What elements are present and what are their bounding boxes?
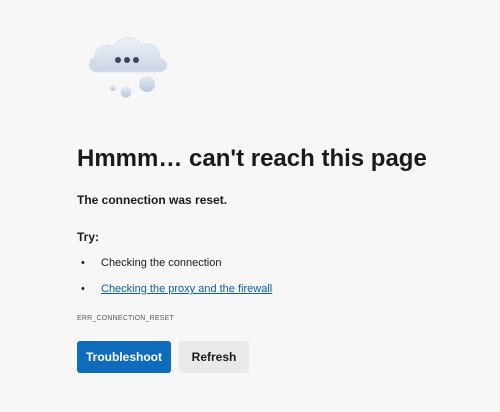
suggestion-list: • Checking the connection • Checking the…: [77, 254, 272, 306]
suggestion-check-proxy-firewall: • Checking the proxy and the firewall: [77, 280, 272, 306]
bullet: •: [81, 257, 85, 269]
error-code: ERR_CONNECTION_RESET: [77, 315, 174, 322]
error-reason: The connection was reset.: [77, 193, 228, 207]
refresh-button[interactable]: Refresh: [179, 341, 249, 373]
page-title: Hmmm… can't reach this page: [77, 145, 427, 172]
error-page: Hmmm… can't reach this page The connecti…: [0, 0, 500, 412]
suggestion-check-connection: • Checking the connection: [77, 254, 272, 280]
try-label: Try:: [77, 230, 100, 244]
bullet: •: [81, 283, 85, 295]
suggestion-text: Checking the connection: [101, 257, 222, 269]
troubleshoot-button[interactable]: Troubleshoot: [77, 341, 171, 373]
proxy-firewall-link[interactable]: Checking the proxy and the firewall: [101, 283, 272, 295]
cloud-with-dots-icon: [88, 37, 168, 98]
